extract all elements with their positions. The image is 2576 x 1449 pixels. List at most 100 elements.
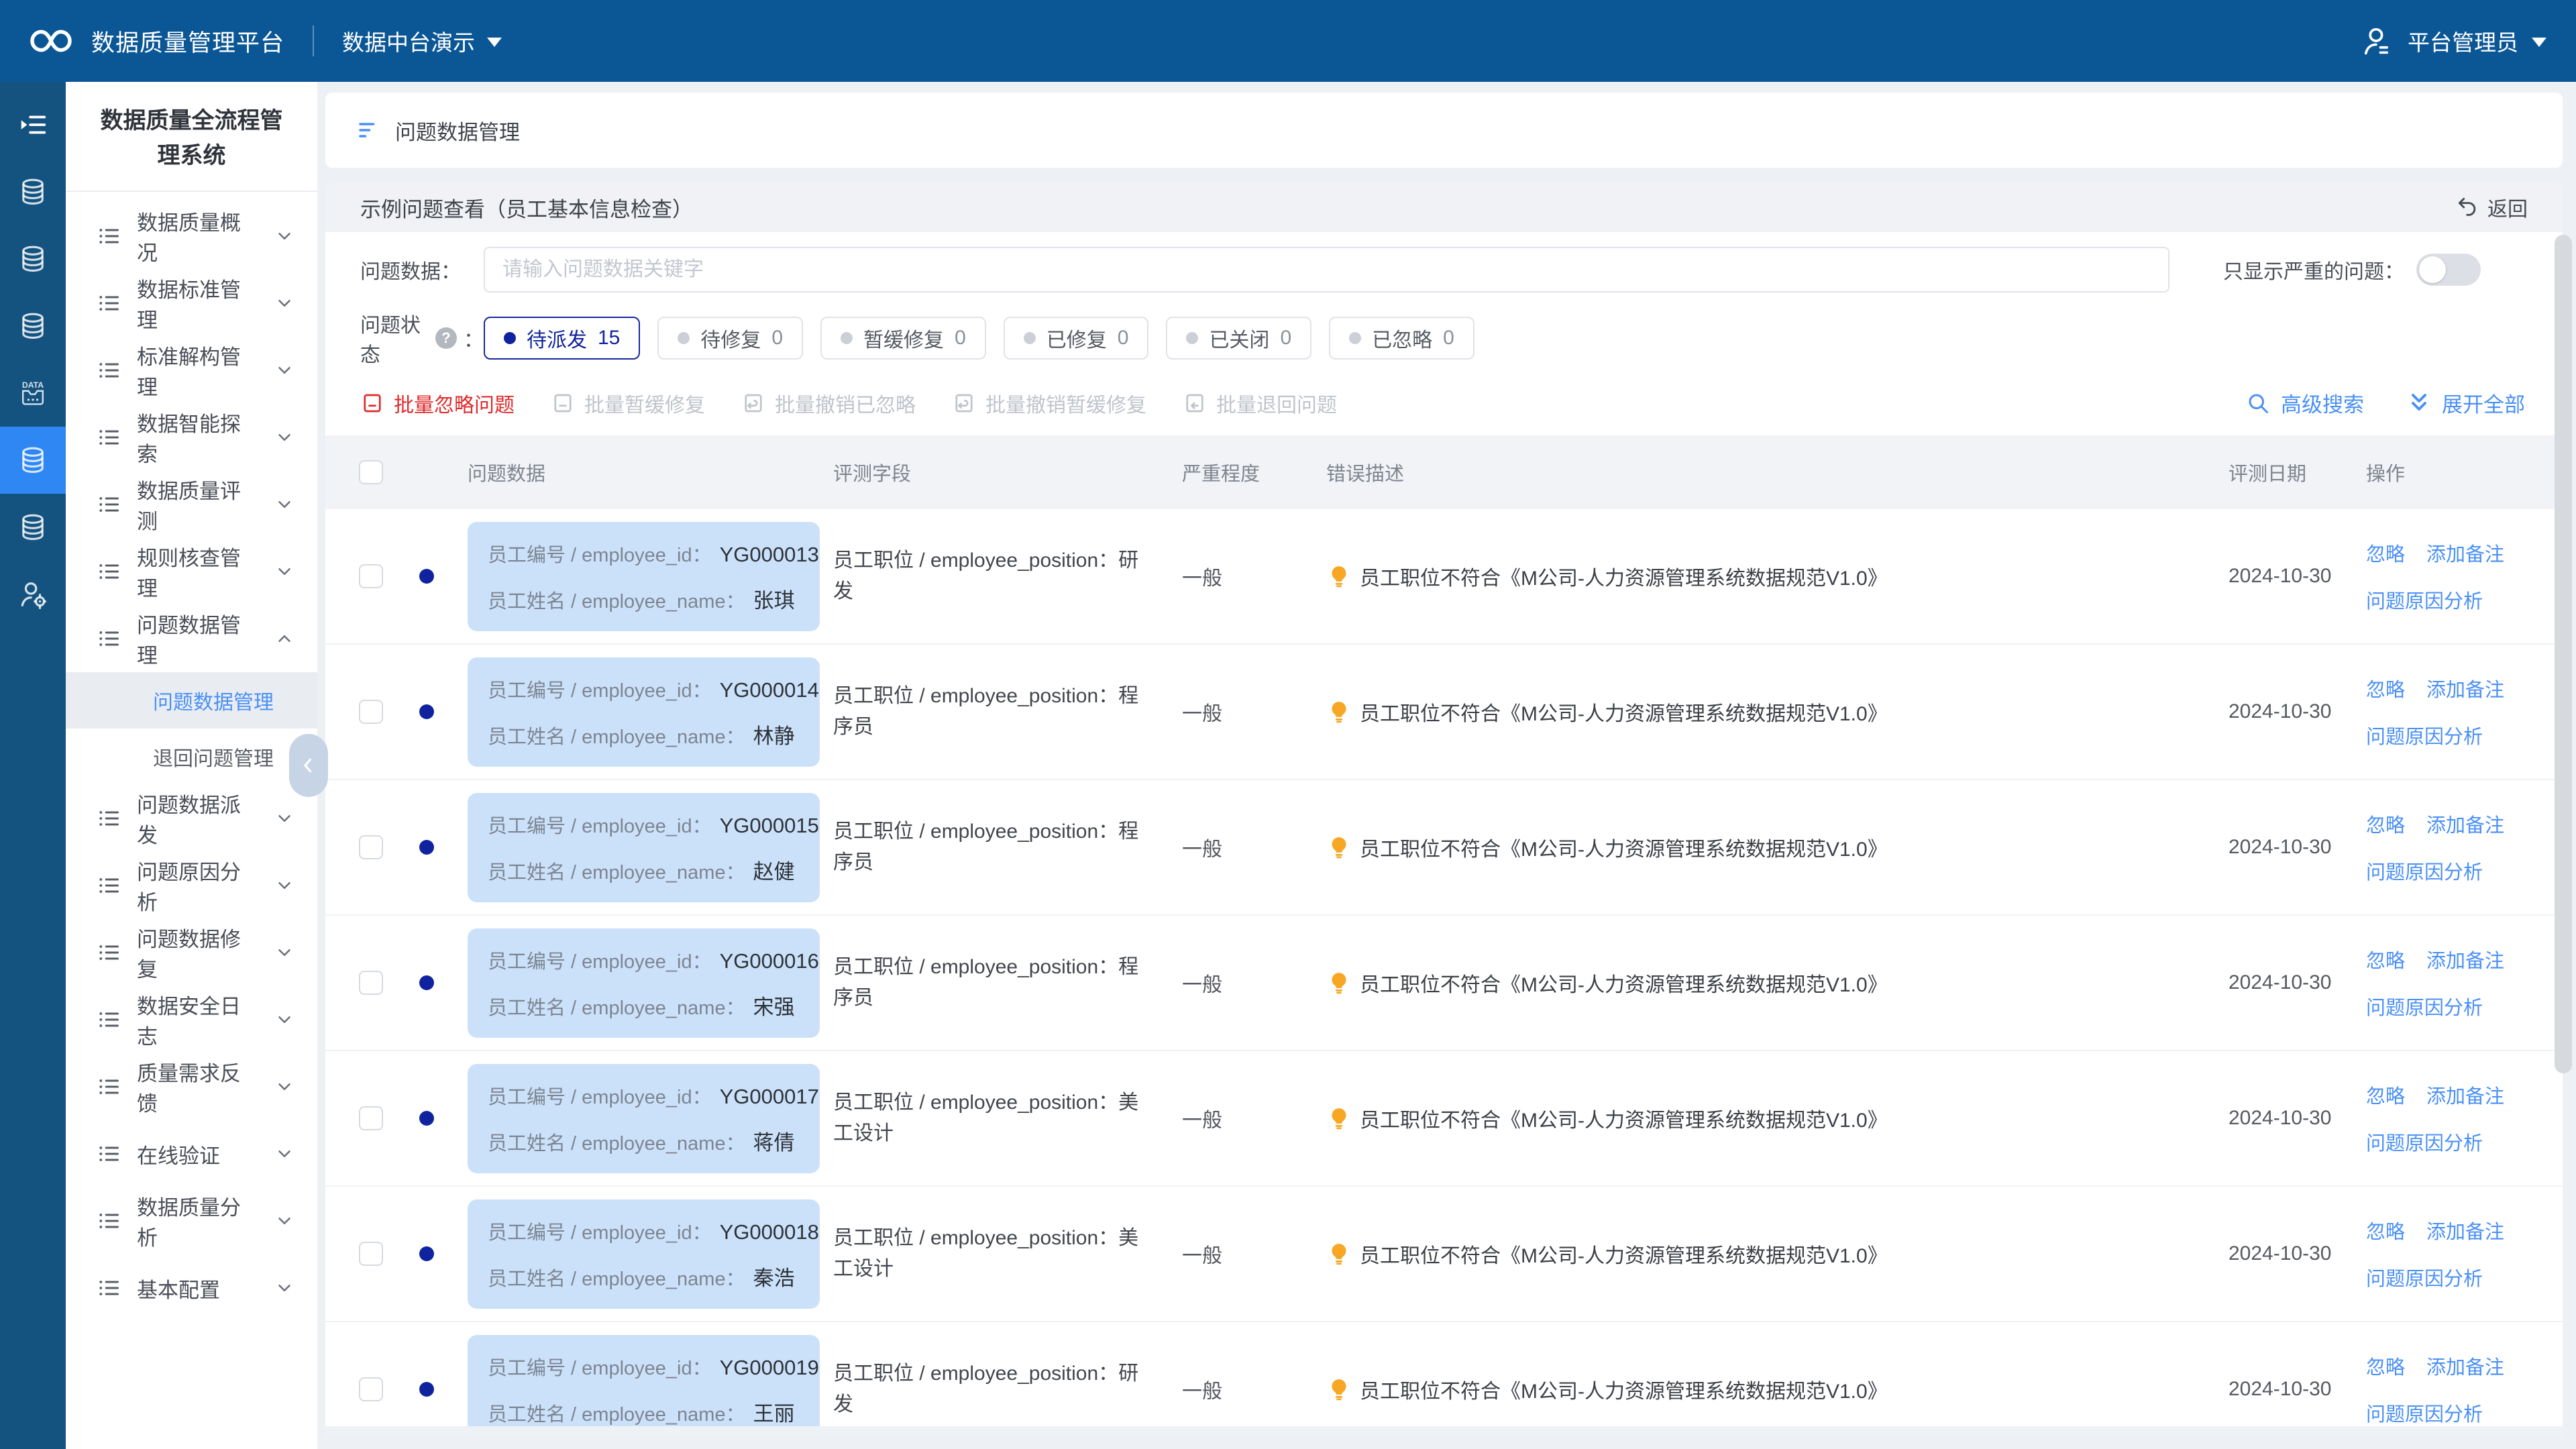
sidebar-collapse-handle[interactable] <box>289 734 328 797</box>
status-pill-已忽略[interactable]: 已忽略0 <box>1329 317 1474 360</box>
sidebar-item[interactable]: 规则核查管理 <box>66 538 317 605</box>
add-note-link[interactable]: 添加备注 <box>2426 945 2504 973</box>
employee-id-value: YG000018 <box>720 1220 819 1244</box>
svg-text:DATA: DATA <box>22 380 44 390</box>
status-label: 问题状态 <box>360 309 429 368</box>
user-name: 平台管理员 <box>2408 25 2518 57</box>
breadcrumb: 问题数据管理 <box>325 93 2563 168</box>
row-checkbox[interactable] <box>359 1106 383 1130</box>
list-icon <box>97 358 121 382</box>
sidebar-item[interactable]: 数据安全日志 <box>66 986 317 1053</box>
cause-analysis-link[interactable]: 问题原因分析 <box>2366 1263 2483 1291</box>
status-pill-待修复[interactable]: 待修复0 <box>657 317 803 360</box>
sidebar-item[interactable]: 基本配置 <box>66 1254 317 1322</box>
back-button[interactable]: 返回 <box>2455 193 2528 222</box>
sidebar-item[interactable]: 数据质量概况 <box>66 203 317 270</box>
user-icon <box>2359 23 2394 58</box>
sidebar-item[interactable]: 问题数据派发 <box>66 785 317 852</box>
cause-analysis-link[interactable]: 问题原因分析 <box>2366 992 2483 1020</box>
select-all-checkbox[interactable] <box>359 460 383 484</box>
expand-all-button[interactable]: 展开全部 <box>2407 388 2525 418</box>
error-text: 员工职位不符合《M公司-人力资源管理系统数据规范V1.0》 <box>1360 1239 1888 1269</box>
severe-only-filter: 只显示严重的问题： <box>2223 254 2481 286</box>
sidebar-item[interactable]: 标准解构管理 <box>66 337 317 404</box>
actions-cell: 忽略添加备注 问题原因分析 <box>2366 539 2563 614</box>
rail-item-database[interactable] <box>0 158 66 225</box>
sidebar-item[interactable]: 数据质量分析 <box>66 1187 317 1254</box>
sidebar-item[interactable]: 质量需求反馈 <box>66 1053 317 1120</box>
ignore-link[interactable]: 忽略 <box>2366 945 2405 973</box>
user-menu[interactable]: 平台管理员 <box>2359 23 2546 58</box>
row-checkbox[interactable] <box>359 700 383 724</box>
list-icon <box>97 806 121 830</box>
row-checkbox[interactable] <box>359 1242 383 1266</box>
error-text: 员工职位不符合《M公司-人力资源管理系统数据规范V1.0》 <box>1360 1104 1888 1133</box>
batch-buttons: 批量忽略问题批量暂缓修复批量撤销已忽略批量撤销暂缓修复批量退回问题 <box>360 388 1337 418</box>
sidebar-subitem[interactable]: 问题数据管理 <box>66 672 317 729</box>
status-pill-已关闭[interactable]: 已关闭0 <box>1166 317 1311 360</box>
evaluated-field-cell: 员工职位 / employee_position：程序员 <box>833 816 1182 879</box>
add-note-link[interactable]: 添加备注 <box>2426 810 2504 838</box>
batch-button-0[interactable]: 批量忽略问题 <box>360 388 515 418</box>
add-note-link[interactable]: 添加备注 <box>2426 674 2504 702</box>
severity-cell: 一般 <box>1182 561 1326 591</box>
ignore-link[interactable]: 忽略 <box>2366 1352 2405 1380</box>
ignore-link[interactable]: 忽略 <box>2366 674 2405 702</box>
status-pill-已修复[interactable]: 已修复0 <box>1004 317 1149 360</box>
status-dot <box>504 332 516 344</box>
sidebar-item-label: 问题数据修复 <box>137 922 258 983</box>
sidebar-item[interactable]: 数据标准管理 <box>66 270 317 337</box>
ignore-link[interactable]: 忽略 <box>2366 1216 2405 1244</box>
status-pill-暂缓修复[interactable]: 暂缓修复0 <box>820 317 986 360</box>
database-icon <box>17 311 48 341</box>
advanced-search-button[interactable]: 高级搜索 <box>2246 388 2364 418</box>
severity-cell: 一般 <box>1182 1104 1326 1133</box>
add-note-link[interactable]: 添加备注 <box>2426 539 2504 567</box>
batch-actions-row: 批量忽略问题批量暂缓修复批量撤销已忽略批量撤销暂缓修复批量退回问题 高级搜索 展… <box>325 388 2563 418</box>
sidebar-item[interactable]: 数据质量评测 <box>66 471 317 538</box>
cause-analysis-link[interactable]: 问题原因分析 <box>2366 721 2483 749</box>
ignore-link[interactable]: 忽略 <box>2366 539 2405 567</box>
row-checkbox[interactable] <box>359 564 383 588</box>
ignore-link[interactable]: 忽略 <box>2366 1081 2405 1109</box>
sidebar-item-label: 数据标准管理 <box>137 273 258 333</box>
sidebar-item[interactable]: 在线验证 <box>66 1120 317 1187</box>
sidebar-subitem[interactable]: 退回问题管理 <box>66 729 317 785</box>
sidebar-item-label: 数据安全日志 <box>137 989 258 1050</box>
rail-item-database[interactable] <box>0 494 66 561</box>
vertical-scrollbar[interactable] <box>2555 235 2572 1073</box>
row-checkbox[interactable] <box>359 971 383 995</box>
cause-analysis-link[interactable]: 问题原因分析 <box>2366 586 2483 614</box>
sidebar-item[interactable]: 问题数据修复 <box>66 919 317 986</box>
cause-analysis-link[interactable]: 问题原因分析 <box>2366 1128 2483 1156</box>
help-icon[interactable]: ? <box>435 327 457 349</box>
rail-item-database[interactable] <box>0 427 66 494</box>
add-note-link[interactable]: 添加备注 <box>2426 1081 2504 1109</box>
row-checkbox[interactable] <box>359 1377 383 1401</box>
rail-item-data-import[interactable]: DATA <box>0 360 66 427</box>
cause-analysis-link[interactable]: 问题原因分析 <box>2366 1399 2483 1427</box>
keyword-input[interactable] <box>484 247 2169 292</box>
evaluated-field-cell: 员工职位 / employee_position：研发 <box>833 1358 1182 1421</box>
ignore-link[interactable]: 忽略 <box>2366 810 2405 838</box>
row-checkbox[interactable] <box>359 835 383 859</box>
rail-item-database[interactable] <box>0 225 66 292</box>
list-icon <box>97 873 121 898</box>
rail-item-menu-expand[interactable] <box>0 91 66 158</box>
status-pill-count: 15 <box>598 327 620 350</box>
sidebar-item-label: 问题数据管理 <box>137 608 258 669</box>
workspace-switcher[interactable]: 数据中台演示 <box>342 25 502 57</box>
status-pill-待派发[interactable]: 待派发15 <box>484 317 640 360</box>
table-body: 员工编号 / employee_id：YG000013 员工姓名 / emplo… <box>325 509 2563 1438</box>
rail-item-database[interactable] <box>0 292 66 360</box>
severe-only-toggle[interactable] <box>2416 254 2481 286</box>
column-header: 操作 <box>2366 458 2563 486</box>
sidebar-item[interactable]: 数据智能探索 <box>66 404 317 471</box>
add-note-link[interactable]: 添加备注 <box>2426 1352 2504 1380</box>
severe-only-label: 只显示严重的问题： <box>2223 255 2404 284</box>
rail-item-user-settings[interactable] <box>0 561 66 628</box>
cause-analysis-link[interactable]: 问题原因分析 <box>2366 857 2483 885</box>
sidebar-item[interactable]: 问题原因分析 <box>66 852 317 919</box>
sidebar-item[interactable]: 问题数据管理 <box>66 605 317 672</box>
add-note-link[interactable]: 添加备注 <box>2426 1216 2504 1244</box>
